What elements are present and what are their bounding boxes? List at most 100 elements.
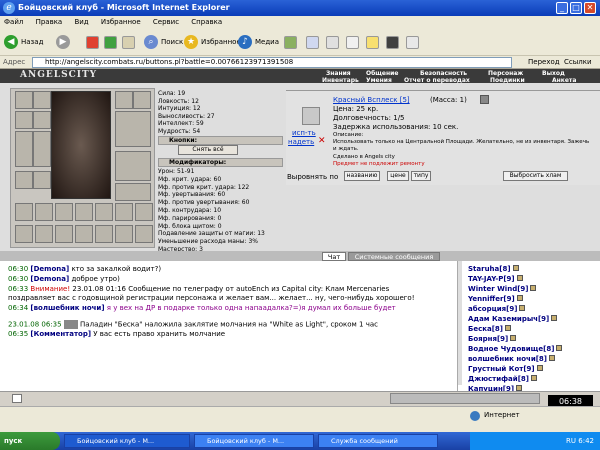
modifiers-section-header[interactable]: Модификаторы:: [158, 158, 283, 167]
sub-inventory[interactable]: Инвентарь: [322, 77, 359, 84]
go-button[interactable]: Переход: [516, 58, 560, 66]
mail-icon[interactable]: [306, 36, 319, 49]
user-list-item[interactable]: Winter Wind[9]: [468, 285, 537, 293]
use-item-link[interactable]: исп-ть: [292, 129, 316, 137]
slot-belt-item2[interactable]: [35, 225, 53, 243]
user-list-item[interactable]: Staruha[8]: [468, 265, 519, 273]
slot-belt[interactable]: [33, 131, 51, 167]
stop-icon[interactable]: [86, 36, 99, 49]
slot-scroll1[interactable]: [15, 203, 33, 221]
slot-belt-item6[interactable]: [115, 225, 133, 243]
menu-favorites[interactable]: Избранное: [101, 18, 141, 26]
nav-exit[interactable]: Выход: [542, 70, 565, 77]
user-list-item[interactable]: Грустный Кот[9]: [468, 365, 543, 373]
chat-input-field[interactable]: [12, 394, 22, 403]
slot-helmet[interactable]: [15, 91, 33, 109]
user-list-item[interactable]: Боярня[9]: [468, 335, 517, 343]
slot-scroll3[interactable]: [55, 203, 73, 221]
nav-chat[interactable]: Общение: [366, 70, 398, 77]
delete-item-icon[interactable]: ✕: [318, 136, 326, 146]
slot-scroll2[interactable]: [35, 203, 53, 221]
align-by-type-button[interactable]: типу: [411, 171, 431, 181]
nav-security[interactable]: Безопасность: [420, 70, 467, 77]
back-button[interactable]: ◀ Назад: [4, 33, 43, 51]
home-icon[interactable]: [122, 36, 135, 49]
msg-author[interactable]: [Demona]: [30, 265, 69, 273]
refresh-icon[interactable]: [104, 36, 117, 49]
sub-skills[interactable]: Умения: [366, 77, 392, 84]
user-list-item[interactable]: Yenniffer[9]: [468, 295, 523, 303]
info-icon[interactable]: [480, 95, 489, 104]
tab-chat[interactable]: Чат: [322, 252, 346, 261]
slot-scroll5[interactable]: [95, 203, 113, 221]
slot-weapon[interactable]: [33, 111, 51, 129]
slot-boots[interactable]: [115, 183, 151, 201]
remove-all-button[interactable]: Снять всё: [178, 145, 238, 155]
tab-system-messages[interactable]: Системные сообщения: [348, 252, 440, 261]
slot-scroll4[interactable]: [75, 203, 93, 221]
slot-belt-item4[interactable]: [75, 225, 93, 243]
user-list-item[interactable]: Беска[8]: [468, 325, 511, 333]
user-list-item[interactable]: Джюстифай[8]: [468, 375, 537, 383]
sub-transfers[interactable]: Отчет о переводах: [404, 77, 470, 84]
history-icon[interactable]: [284, 36, 297, 49]
start-button[interactable]: пуск: [0, 432, 60, 450]
slot-legs[interactable]: [115, 151, 151, 181]
slot-earrings[interactable]: [33, 91, 51, 109]
slot-belt-item7[interactable]: [135, 225, 153, 243]
align-by-price-button[interactable]: цене: [387, 171, 409, 181]
menu-file[interactable]: Файл: [4, 18, 23, 26]
nav-character[interactable]: Персонаж: [488, 70, 523, 77]
buttons-section-header[interactable]: Кнопки:: [158, 136, 283, 145]
menu-help[interactable]: Справка: [191, 18, 222, 26]
address-input[interactable]: http://angelscity.combats.ru/buttons.pl?…: [32, 57, 512, 68]
sub-profile[interactable]: Анкета: [552, 77, 576, 84]
slot-necklace[interactable]: [15, 111, 33, 129]
slot-shield[interactable]: [115, 111, 151, 147]
slot-belt-item5[interactable]: [95, 225, 113, 243]
user-list-item[interactable]: Водное Чудовище[8]: [468, 345, 563, 353]
msg-author[interactable]: [волшебник ночи]: [30, 304, 104, 312]
align-by-name-button[interactable]: названию: [344, 171, 380, 181]
slot-scroll7[interactable]: [135, 203, 153, 221]
search-button[interactable]: ⌕ Поиск: [144, 33, 183, 51]
msg-author[interactable]: [Комментатор]: [30, 330, 91, 338]
slot-scroll6[interactable]: [115, 203, 133, 221]
slot-ring1[interactable]: [15, 171, 33, 189]
user-list-item[interactable]: Адам Каземирыч[9]: [468, 315, 558, 323]
k-icon[interactable]: [386, 36, 399, 49]
window-titlebar[interactable]: Бойцовский клуб - Microsoft Internet Exp…: [0, 0, 600, 16]
taskbar-item[interactable]: Бойцовский клуб - M...: [194, 434, 314, 448]
throw-junk-button[interactable]: Выбросить хлам: [503, 171, 568, 181]
print-icon[interactable]: [326, 36, 339, 49]
user-list-item[interactable]: TAY-JAY-P[9]: [468, 275, 523, 283]
item-name-link[interactable]: Красный Всплеск [5]: [333, 96, 410, 104]
taskbar-item[interactable]: Служба сообщений: [318, 434, 438, 448]
sub-battles[interactable]: Поединки: [490, 77, 525, 84]
menu-edit[interactable]: Правка: [36, 18, 63, 26]
taskbar-item[interactable]: Бойцовский клуб - M...: [64, 434, 190, 448]
media-button[interactable]: ♪ Медиа: [238, 33, 279, 51]
minimize-button[interactable]: _: [556, 2, 568, 14]
slot-ring2[interactable]: [33, 171, 51, 189]
chat-buttons-icon[interactable]: [390, 393, 540, 404]
tray-lang[interactable]: RU: [566, 437, 576, 445]
close-window-button[interactable]: ✕: [584, 2, 596, 14]
edit-icon[interactable]: [346, 36, 359, 49]
slot-gloves[interactable]: [115, 91, 133, 109]
menu-view[interactable]: Вид: [74, 18, 88, 26]
user-list-item[interactable]: абсорция[9]: [468, 305, 526, 313]
user-list-item[interactable]: волшебник ночи[8]: [468, 355, 555, 363]
menu-tools[interactable]: Сервис: [153, 18, 179, 26]
forward-button[interactable]: ▶: [56, 33, 73, 51]
folder-icon[interactable]: [366, 36, 379, 49]
slot-belt-item1[interactable]: [15, 225, 33, 243]
wear-item-link[interactable]: надеть: [288, 138, 314, 146]
maximize-button[interactable]: □: [570, 2, 582, 14]
nav-knowledge[interactable]: Знания: [326, 70, 351, 77]
slot-armor[interactable]: [15, 131, 33, 167]
slot-bracers[interactable]: [133, 91, 151, 109]
links-button[interactable]: Ссылки: [564, 58, 592, 66]
tool-icon[interactable]: [406, 36, 419, 49]
favorites-button[interactable]: ★ Избранное: [184, 33, 241, 51]
